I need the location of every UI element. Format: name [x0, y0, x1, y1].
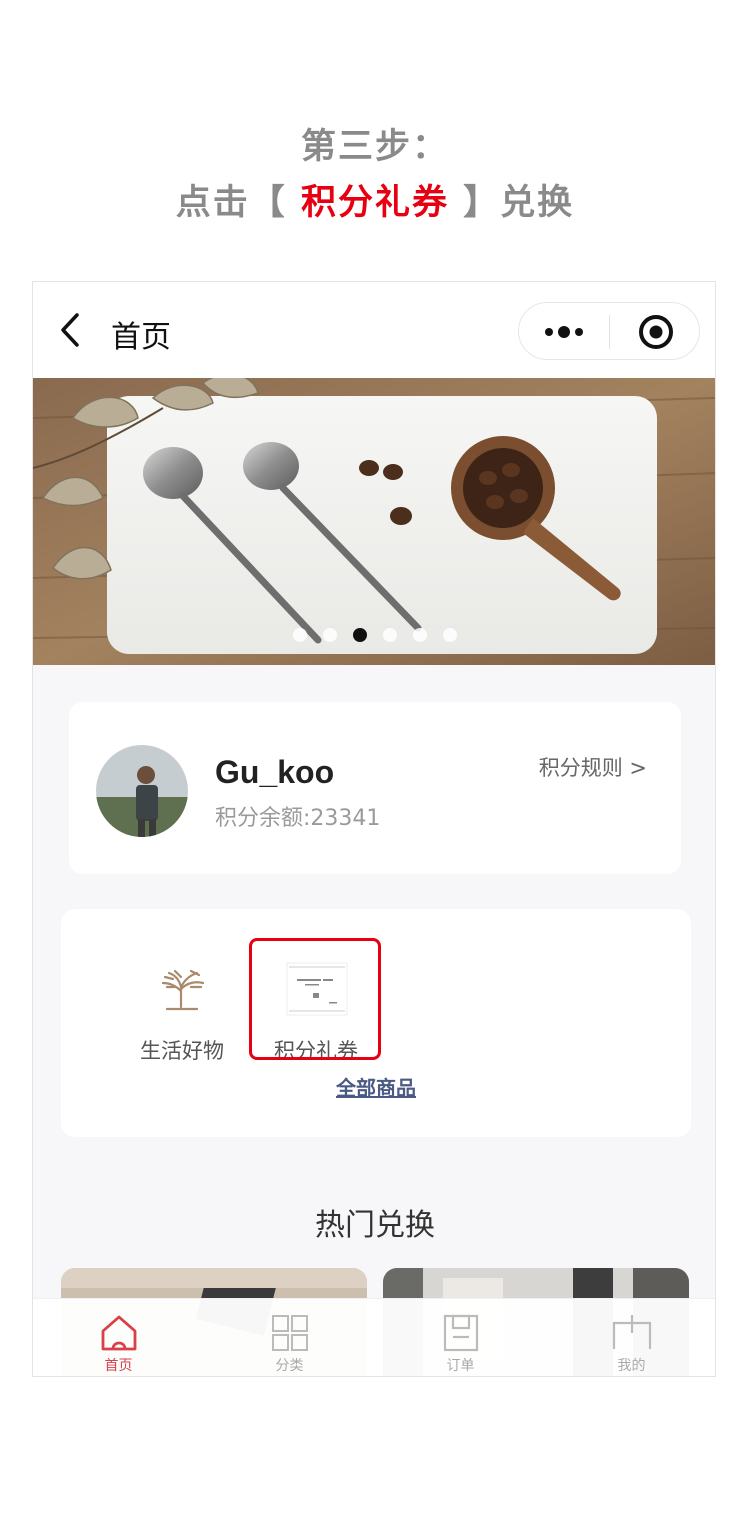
tab-bar: 首页 分类 订单 我的 [33, 1298, 715, 1376]
points-balance: 积分余额:23341 [215, 806, 381, 831]
voucher-card-icon [285, 957, 349, 1021]
instruction-prefix: 点击【 [175, 183, 301, 223]
category-points-voucher[interactable]: 积分礼券 [261, 939, 371, 1069]
more-dots-icon [545, 326, 583, 338]
nav-bar: 首页 [33, 282, 715, 378]
carousel-dot[interactable] [323, 628, 337, 642]
category-card: 生活好物 积分礼券 全部商品 [61, 909, 691, 1137]
page-title: 首页 [111, 320, 171, 355]
grid-icon [272, 1315, 308, 1351]
tab-orders[interactable]: 订单 [375, 1299, 546, 1376]
profile-icon [612, 1315, 652, 1349]
all-goods-link[interactable]: 全部商品 [61, 1072, 691, 1101]
username: Gu_koo [215, 754, 335, 790]
tree-logo-icon [151, 957, 215, 1021]
phone-screen: 首页 Gu_koo 积分余额:23341 积分规则 > 生活好物 积分礼券 全部… [32, 281, 716, 1377]
instruction-highlight: 积分礼券 [300, 183, 449, 223]
carousel-dot[interactable] [443, 628, 457, 642]
category-label: 积分礼券 [274, 1039, 358, 1063]
carousel-indicator [33, 626, 715, 646]
carousel-dot[interactable] [293, 628, 307, 642]
order-icon [443, 1314, 479, 1352]
carousel-dot[interactable] [413, 628, 427, 642]
section-title: 热门兑换 [315, 1208, 435, 1243]
banner-carousel[interactable] [33, 378, 715, 665]
tab-category[interactable]: 分类 [204, 1299, 375, 1376]
points-rules-link[interactable]: 积分规则 > [539, 752, 647, 782]
carousel-dot[interactable] [353, 628, 367, 642]
target-icon [639, 315, 673, 349]
tab-home[interactable]: 首页 [33, 1299, 204, 1376]
category-label: 生活好物 [140, 1039, 224, 1063]
tab-label: 分类 [275, 1358, 304, 1374]
avatar[interactable] [96, 745, 188, 837]
more-button[interactable] [519, 303, 609, 361]
home-icon [101, 1315, 137, 1351]
close-miniprogram-button[interactable] [610, 303, 700, 361]
capsule-menu [518, 302, 700, 360]
category-life-goods[interactable]: 生活好物 [127, 939, 237, 1069]
instruction-text: 点击【 积分礼券 】兑换 [0, 174, 750, 225]
tab-label: 我的 [617, 1358, 646, 1374]
tab-label: 首页 [104, 1358, 133, 1374]
instruction-suffix: 】兑换 [449, 183, 575, 223]
banner-image [33, 378, 715, 665]
chevron-left-icon [61, 313, 79, 347]
carousel-dot[interactable] [383, 628, 397, 642]
user-card: Gu_koo 积分余额:23341 积分规则 > [69, 702, 681, 874]
back-button[interactable] [55, 312, 85, 348]
instruction-step: 第三步： [300, 127, 449, 167]
avatar-image [96, 745, 188, 837]
tab-profile[interactable]: 我的 [546, 1299, 715, 1376]
tab-label: 订单 [446, 1358, 475, 1374]
